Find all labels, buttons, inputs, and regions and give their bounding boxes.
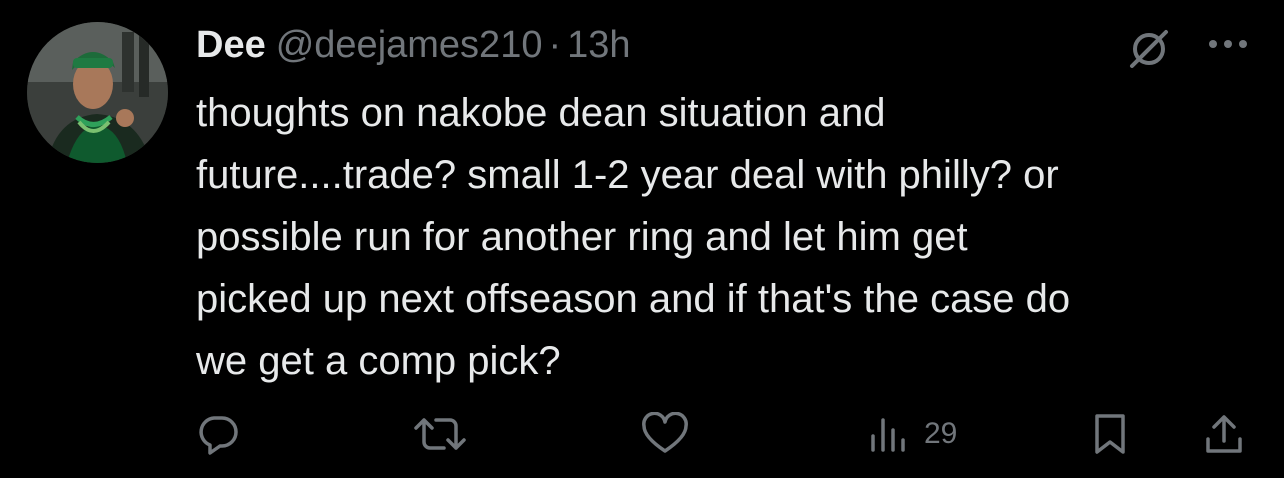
reply-button[interactable] (196, 404, 240, 464)
bookmark-button[interactable] (1090, 404, 1130, 464)
timestamp[interactable]: 13h (567, 20, 630, 70)
display-name[interactable]: Dee (196, 20, 266, 70)
views-count: 29 (924, 417, 958, 450)
repost-icon (414, 418, 466, 450)
reply-icon (199, 416, 238, 455)
avatar-photo (27, 22, 168, 163)
views-icon (871, 418, 905, 452)
handle[interactable]: @deejames210 (276, 20, 543, 70)
grok-icon[interactable] (1126, 26, 1172, 72)
tweet-text: thoughts on nakobe dean situation and fu… (196, 82, 1266, 392)
tweet-text-line: possible run for another ring and let hi… (196, 215, 968, 259)
bookmark-icon (1095, 414, 1125, 454)
share-button[interactable] (1202, 404, 1246, 464)
tweet-text-line: we get a comp pick? (196, 339, 561, 383)
more-icon[interactable] (1204, 30, 1252, 58)
tweet-header: Dee @deejames210 · 13h (196, 20, 631, 70)
action-bar: 29 (0, 404, 1284, 464)
like-button[interactable] (640, 404, 690, 464)
separator-dot: · (548, 24, 562, 66)
tweet[interactable]: Dee @deejames210 · 13h thoughts on nakob… (0, 0, 1284, 478)
tweet-text-line: future....trade? small 1-2 year deal wit… (196, 153, 1059, 197)
avatar[interactable] (27, 22, 168, 163)
tweet-text-line: thoughts on nakobe dean situation and (196, 91, 886, 135)
tweet-text-line: picked up next offseason and if that's t… (196, 277, 1071, 321)
repost-button[interactable] (412, 404, 468, 464)
views-button[interactable]: 29 (866, 404, 957, 464)
like-icon (642, 412, 688, 453)
share-icon (1206, 415, 1242, 453)
